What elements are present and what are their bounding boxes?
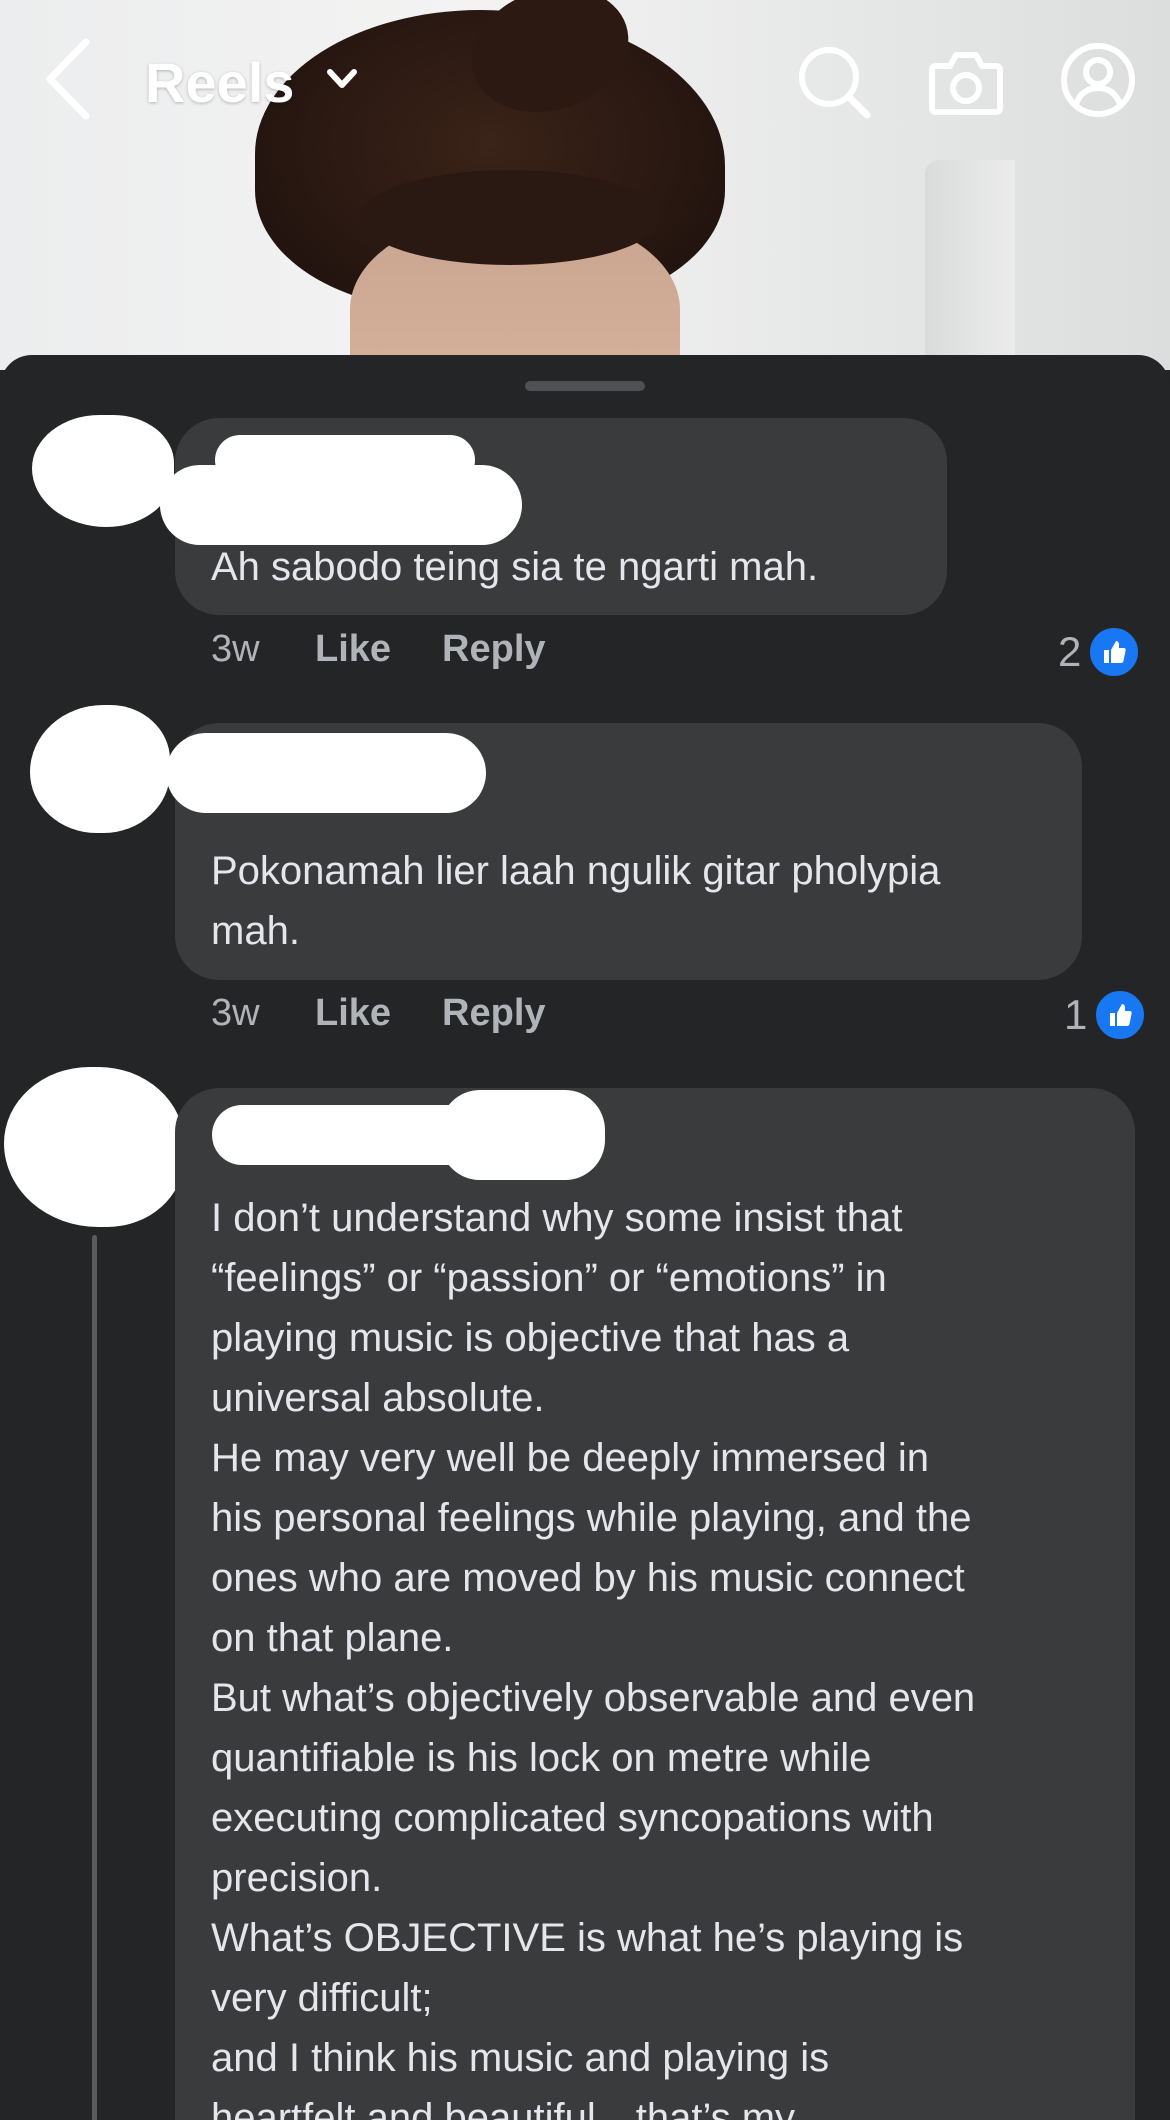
profile-icon[interactable]	[1060, 42, 1136, 118]
comment-text: Pokonamah lier laah ngulik gitar pholypi…	[211, 849, 941, 953]
back-icon[interactable]	[40, 38, 100, 120]
top-bar: Reels	[0, 0, 1170, 165]
comment-meta: 3w Like Reply	[211, 628, 597, 671]
chevron-down-icon[interactable]	[325, 66, 359, 92]
page-title[interactable]: Reels	[145, 50, 294, 115]
like-button[interactable]: Like	[315, 992, 391, 1035]
comment-time: 3w	[211, 628, 260, 670]
comment-meta: 3w Like Reply	[211, 992, 597, 1035]
name-redaction	[160, 465, 522, 545]
name-redaction	[166, 733, 486, 813]
avatar-redaction	[30, 705, 170, 833]
comment-text: Ah sabodo teing sia te ngarti mah.	[211, 545, 819, 589]
reply-thread-line	[92, 1235, 97, 2120]
comment-time: 3w	[211, 992, 260, 1034]
camera-icon[interactable]	[928, 48, 1004, 116]
search-icon[interactable]	[796, 44, 872, 120]
comment-text: I don’t understand why some insist that …	[211, 1196, 976, 2120]
reply-button[interactable]: Reply	[442, 628, 545, 671]
reaction-count: 1	[1064, 991, 1088, 1038]
drag-handle[interactable]	[525, 381, 645, 391]
reaction-summary[interactable]: 1	[1064, 988, 1148, 1042]
person-fringe	[360, 170, 660, 265]
reel-video[interactable]: Reels	[0, 0, 1170, 370]
reaction-summary[interactable]: 2	[1058, 625, 1142, 679]
thumbs-up-icon	[1093, 988, 1148, 1042]
comments-sheet[interactable]: Ah sabodo teing sia te ngarti mah. 3w Li…	[0, 355, 1170, 2120]
reaction-count: 2	[1058, 628, 1082, 675]
thumbs-up-icon	[1087, 625, 1142, 679]
avatar-redaction	[4, 1067, 184, 1227]
reply-button[interactable]: Reply	[442, 992, 545, 1035]
like-button[interactable]: Like	[315, 628, 391, 671]
name-redaction	[440, 1090, 605, 1180]
background-wall	[925, 160, 1015, 370]
avatar-redaction	[32, 415, 174, 527]
